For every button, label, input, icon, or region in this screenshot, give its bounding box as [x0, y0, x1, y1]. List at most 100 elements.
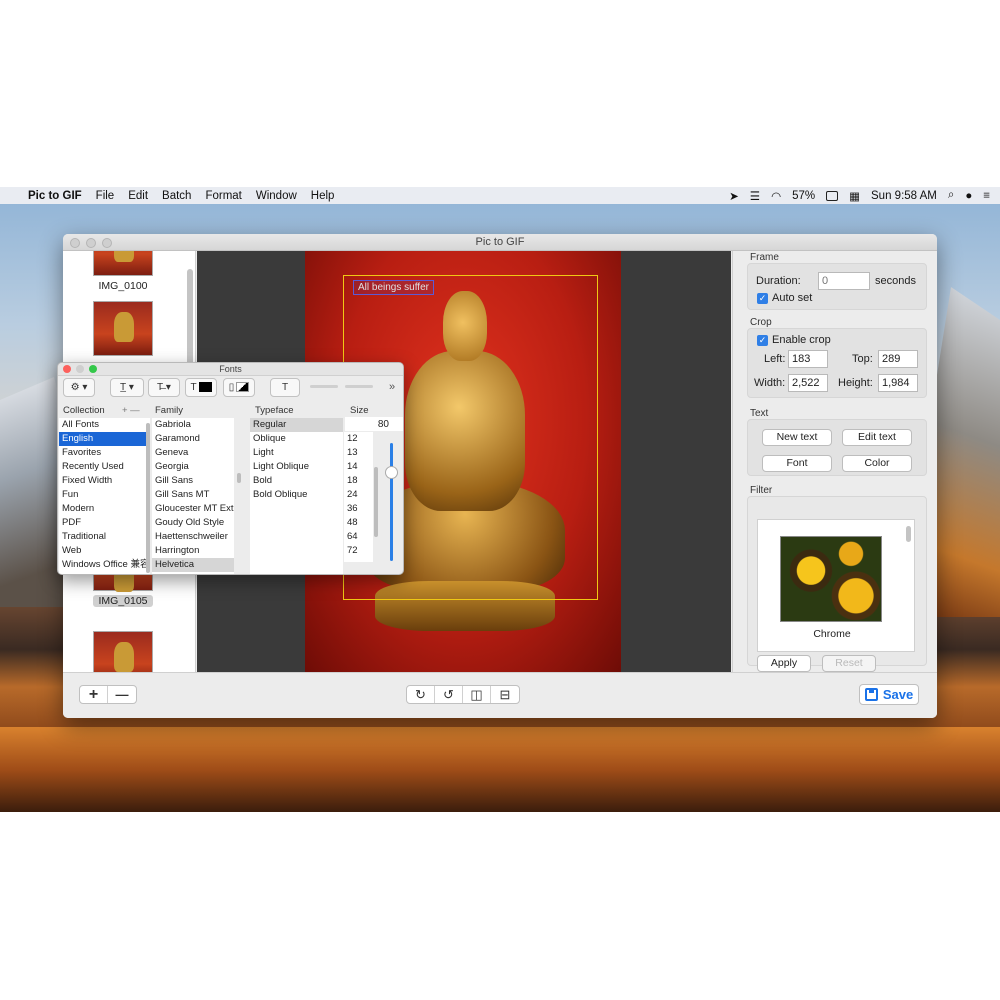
typeface-item-selected[interactable]: Regular [250, 418, 343, 432]
collection-item[interactable]: Fixed Width [59, 474, 150, 488]
family-item[interactable]: Georgia [152, 460, 234, 474]
document-color-swatch[interactable]: ▯ [223, 378, 255, 397]
menu-window[interactable]: Window [256, 190, 297, 202]
size-list[interactable]: 12 13 14 18 24 36 48 64 72 [344, 432, 373, 562]
rotate-counterclockwise-icon[interactable]: ↺ [435, 686, 463, 703]
strikethrough-menu-icon[interactable]: T̶ ▾ [148, 378, 180, 397]
size-input[interactable] [345, 417, 403, 431]
menu-batch[interactable]: Batch [162, 190, 191, 202]
collection-item[interactable]: PDF [59, 516, 150, 530]
thumbnail-item[interactable] [93, 301, 153, 356]
new-text-button[interactable]: New text [762, 429, 832, 446]
spotlight-icon[interactable]: ⌕ [948, 189, 954, 202]
size-item[interactable]: 18 [344, 474, 373, 488]
send-icon[interactable]: ➤ [729, 189, 739, 203]
auto-set-checkbox[interactable]: ✓ [757, 293, 768, 304]
size-slider-knob[interactable] [385, 466, 398, 479]
size-item[interactable]: 12 [344, 432, 373, 446]
color-button[interactable]: Color [842, 455, 912, 472]
flip-horizontal-icon[interactable]: ◫ [463, 686, 491, 703]
rotate-clockwise-icon[interactable]: ↻ [407, 686, 435, 703]
size-item[interactable]: 72 [344, 544, 373, 558]
siri-icon[interactable]: ● [965, 190, 972, 202]
family-item[interactable]: Garamond [152, 432, 234, 446]
fonts-zoom-button[interactable] [89, 365, 97, 373]
font-button[interactable]: Font [762, 455, 832, 472]
fonts-close-button[interactable] [63, 365, 71, 373]
filter-scrollbar[interactable] [906, 526, 911, 542]
wifi-icon[interactable]: ◠ [771, 189, 781, 203]
crop-left-input[interactable] [788, 350, 828, 368]
family-item-selected[interactable]: Helvetica [152, 558, 234, 572]
collection-item[interactable]: Favorites [59, 446, 150, 460]
size-item[interactable]: 14 [344, 460, 373, 474]
filter-preview-image[interactable] [780, 536, 882, 622]
size-item[interactable]: 24 [344, 488, 373, 502]
typeface-item[interactable]: Bold [250, 474, 343, 488]
typeface-item[interactable]: Light [250, 446, 343, 460]
more-options-icon[interactable]: » [389, 381, 395, 393]
collection-add-remove[interactable]: + — [122, 405, 140, 416]
menu-format[interactable]: Format [205, 190, 241, 202]
apply-filter-button[interactable]: Apply [757, 655, 811, 672]
menu-app-name[interactable]: Pic to GIF [28, 190, 82, 202]
typeface-item[interactable]: Oblique [250, 432, 343, 446]
collection-item[interactable]: All Fonts [59, 418, 150, 432]
family-item[interactable]: Goudy Old Style [152, 516, 234, 530]
family-item[interactable]: Gill Sans MT [152, 488, 234, 502]
clock[interactable]: Sun 9:58 AM [871, 190, 937, 202]
overlay-text-box[interactable]: All beings suffer [353, 280, 434, 295]
shadow-blur-slider[interactable] [345, 385, 373, 388]
notification-center-icon[interactable]: ≡ [983, 190, 990, 202]
underline-menu-icon[interactable]: T̲ ▾ [110, 378, 144, 397]
family-scrollbar[interactable] [237, 473, 241, 483]
edit-text-button[interactable]: Edit text [842, 429, 912, 446]
dock-icon[interactable]: ☰ [750, 189, 760, 203]
text-shadow-icon[interactable]: T [270, 378, 300, 397]
typeface-list[interactable]: Regular Oblique Light Light Oblique Bold… [250, 418, 343, 574]
collection-item-selected[interactable]: English [59, 432, 150, 446]
enable-crop-checkbox[interactable]: ✓ [757, 335, 768, 346]
family-item[interactable]: Harrington [152, 544, 234, 558]
collection-list[interactable]: All Fonts English Favorites Recently Use… [59, 418, 150, 574]
family-item[interactable]: Haettenschweiler [152, 530, 234, 544]
flip-vertical-icon[interactable]: ⊟ [491, 686, 519, 703]
minimize-window-button[interactable] [86, 238, 96, 248]
typeface-item[interactable]: Bold Oblique [250, 488, 343, 502]
text-color-swatch[interactable]: T [185, 378, 217, 397]
size-slider-track[interactable] [390, 443, 393, 561]
battery-icon[interactable] [826, 190, 839, 201]
gear-icon[interactable]: ⚙ ▾ [63, 378, 95, 397]
reset-filter-button[interactable]: Reset [822, 655, 876, 672]
family-list[interactable]: Gabriola Garamond Geneva Georgia Gill Sa… [152, 418, 234, 574]
flag-icon[interactable]: ▦ [849, 189, 860, 203]
size-item[interactable]: 13 [344, 446, 373, 460]
crop-width-input[interactable] [788, 374, 828, 392]
typeface-item[interactable]: Light Oblique [250, 460, 343, 474]
collection-item[interactable]: Windows Office 兼容 [59, 558, 150, 572]
battery-percent[interactable]: 57% [792, 190, 815, 202]
collection-scrollbar[interactable] [146, 423, 150, 573]
close-window-button[interactable] [70, 238, 80, 248]
collection-item[interactable]: Recently Used [59, 460, 150, 474]
shadow-opacity-slider[interactable] [310, 385, 338, 388]
duration-input[interactable] [818, 272, 870, 290]
crop-top-input[interactable] [878, 350, 918, 368]
zoom-window-button[interactable] [102, 238, 112, 248]
size-item[interactable]: 64 [344, 530, 373, 544]
size-item[interactable]: 48 [344, 516, 373, 530]
size-item[interactable]: 36 [344, 502, 373, 516]
collection-item[interactable]: Web [59, 544, 150, 558]
menu-help[interactable]: Help [311, 190, 335, 202]
family-item[interactable]: Gabriola [152, 418, 234, 432]
collection-item[interactable]: Traditional [59, 530, 150, 544]
save-button[interactable]: Save [859, 684, 919, 705]
thumbnail-scrollbar[interactable] [187, 269, 193, 369]
fonts-minimize-button[interactable] [76, 365, 84, 373]
family-item[interactable]: Gill Sans [152, 474, 234, 488]
family-item[interactable]: Gloucester MT Extr [152, 502, 234, 516]
thumbnail-item[interactable]: IMG_0100 [93, 251, 153, 292]
collection-item[interactable]: Modern [59, 502, 150, 516]
collection-item[interactable]: Fun [59, 488, 150, 502]
thumbnail-item[interactable] [93, 631, 153, 672]
